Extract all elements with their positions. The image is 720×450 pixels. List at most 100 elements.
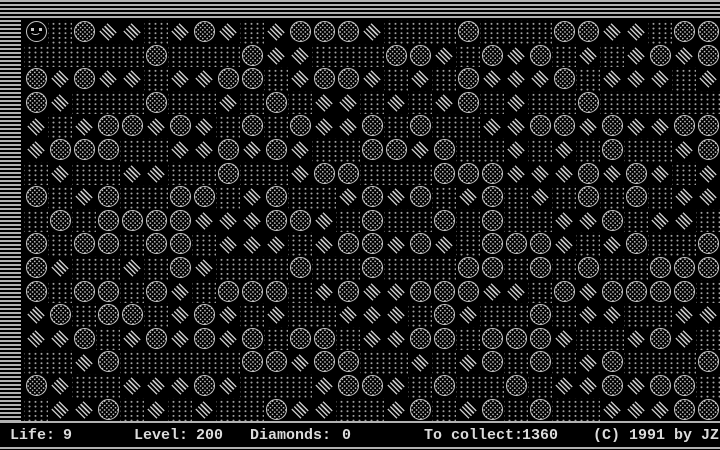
tile-diamond — [314, 211, 334, 230]
tile-dirt — [408, 208, 432, 233]
tile-dirt — [336, 138, 360, 162]
tile-dirt — [48, 43, 72, 68]
tile-diamond — [410, 69, 430, 89]
tile-boulder — [169, 186, 191, 208]
tile-boulder — [673, 21, 695, 42]
tile-boulder — [145, 44, 167, 66]
tile-dirt — [456, 43, 480, 68]
tile-diamond — [194, 211, 214, 230]
tile-boulder — [625, 162, 647, 184]
tile-dirt — [216, 350, 240, 374]
tile-diamond — [314, 400, 334, 419]
tile-dirt — [600, 90, 624, 115]
tile-dirt — [336, 43, 360, 68]
tile-diamond — [314, 93, 334, 112]
tile-boulder — [649, 280, 671, 302]
tile-diamond — [218, 22, 238, 41]
tile-dirt — [360, 90, 384, 115]
tile-diamond — [554, 164, 574, 183]
tile-boulder — [361, 139, 383, 160]
tile-dirt — [672, 67, 696, 91]
tile-dirt — [216, 256, 240, 280]
tile-dirt — [648, 232, 672, 256]
tile-boulder — [553, 68, 575, 90]
tile-diamond — [698, 187, 718, 207]
tile-boulder — [481, 233, 503, 255]
tile-diamond — [410, 352, 430, 372]
tile-diamond — [698, 164, 718, 183]
tile-boulder — [97, 351, 119, 373]
tile-boulder — [25, 280, 47, 302]
tile-boulder — [193, 186, 215, 208]
tile-diamond — [26, 116, 46, 136]
tile-diamond — [290, 69, 310, 89]
tile-diamond — [170, 69, 190, 89]
tile-boulder — [673, 280, 695, 302]
game-field[interactable] — [0, 0, 720, 422]
tile-dirt — [240, 397, 264, 422]
tile-boulder — [481, 398, 503, 420]
tile-boulder — [313, 351, 335, 373]
tile-diamond — [266, 305, 286, 325]
tile-dirt — [120, 138, 144, 162]
tile-diamond — [506, 140, 526, 159]
level-label: Level: — [134, 427, 189, 444]
tile-boulder — [385, 44, 407, 66]
tile-dirt — [72, 208, 96, 233]
tile-diamond — [626, 69, 646, 89]
tile-dirt — [552, 303, 576, 327]
tile-boulder — [601, 139, 623, 160]
tile-dirt — [600, 256, 624, 280]
tile-diamond — [506, 282, 526, 301]
tile-diamond — [50, 400, 70, 419]
tile-boulder — [505, 375, 527, 396]
tile-boulder — [289, 21, 311, 42]
tile-dirt — [696, 90, 720, 115]
tile-boulder — [457, 280, 479, 302]
tile-dirt — [192, 161, 216, 186]
tile-dirt — [360, 350, 384, 374]
tile-dirt — [72, 374, 96, 398]
tile-dirt — [144, 256, 168, 280]
tile-diamond — [530, 69, 550, 89]
tile-diamond — [458, 305, 478, 325]
tile-boulder — [73, 68, 95, 90]
tile-boulder — [529, 115, 551, 137]
tile-dirt — [528, 208, 552, 233]
tile-boulder — [409, 398, 431, 420]
tile-diamond — [194, 258, 214, 277]
tile-boulder — [25, 375, 47, 396]
tile-diamond — [242, 211, 262, 230]
tile-dirt — [480, 374, 504, 398]
tile-boulder — [673, 257, 695, 278]
tile-dirt — [264, 67, 288, 91]
life-value: 9 — [63, 427, 73, 444]
tile-dirt — [504, 303, 528, 327]
tile-boulder — [433, 304, 455, 326]
tile-diamond — [170, 22, 190, 41]
tile-boulder — [577, 91, 599, 113]
tile-dirt — [48, 279, 72, 304]
tile-boulder — [529, 233, 551, 255]
tile-diamond — [602, 305, 622, 325]
tile-boulder — [361, 233, 383, 255]
tile-dirt — [408, 256, 432, 280]
tile-boulder — [337, 280, 359, 302]
tile-diamond — [458, 352, 478, 372]
tile-dirt — [48, 20, 72, 44]
tile-boulder — [697, 139, 719, 160]
tile-dirt — [72, 43, 96, 68]
tile-dirt — [312, 43, 336, 68]
tile-diamond — [242, 234, 262, 254]
tile-dirt — [72, 161, 96, 186]
tile-diamond — [674, 329, 694, 348]
tile-dirt — [240, 20, 264, 44]
tile-diamond — [650, 164, 670, 183]
tile-diamond — [674, 140, 694, 159]
tile-dirt — [192, 232, 216, 256]
tile-boulder — [97, 280, 119, 302]
tile-boulder — [601, 351, 623, 373]
diamonds-label: Diamonds: — [250, 427, 332, 444]
tile-dirt — [96, 256, 120, 280]
tile-dirt — [288, 185, 312, 209]
